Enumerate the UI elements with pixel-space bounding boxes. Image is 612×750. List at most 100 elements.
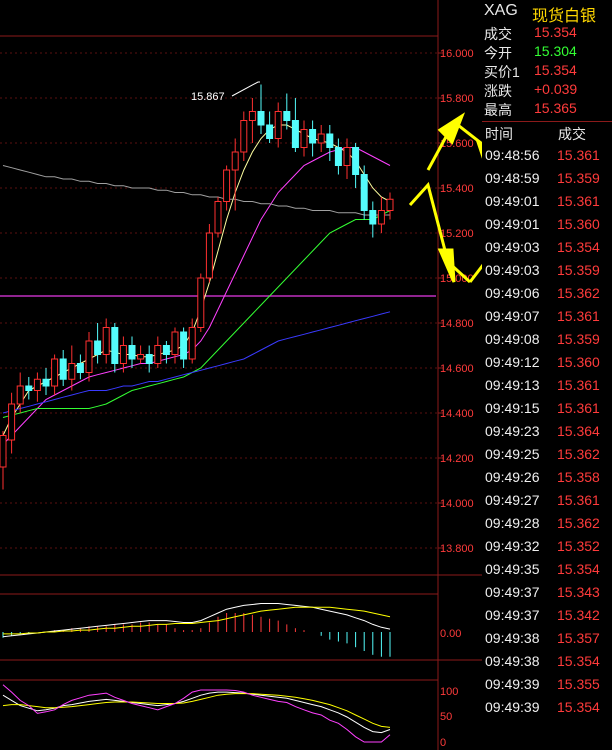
tick-row: 09:49:28 15.362	[482, 515, 612, 538]
quote-panel: XAG 现货白银 成交 15.354 今开 15.304 买价1 15.354 …	[482, 0, 612, 750]
tick-time: 09:49:38	[485, 630, 540, 646]
candle-body	[145, 354, 153, 364]
moving-average-line	[2, 165, 390, 216]
quote-value: 15.365	[534, 100, 577, 116]
kdj-axis-label-50: 50	[440, 711, 452, 723]
quote-row-change: 涨跌 +0.039	[482, 81, 612, 99]
tick-time: 09:49:03	[485, 262, 540, 278]
tick-row: 09:49:39 15.355	[482, 676, 612, 699]
tick-row: 09:48:59 15.359	[482, 170, 612, 193]
tick-time: 09:49:01	[485, 216, 540, 232]
tick-time: 09:49:26	[485, 469, 540, 485]
quote-label: 最高	[484, 102, 512, 118]
candle-body	[214, 201, 222, 234]
tick-time: 09:49:28	[485, 515, 540, 531]
symbol-code: XAG	[484, 2, 518, 19]
candle-body	[42, 378, 50, 387]
candle-body	[0, 435, 7, 468]
kdj-k-line	[2, 691, 391, 734]
candle-body	[266, 124, 274, 139]
candle-body	[51, 358, 59, 387]
price-axis-label: 14.400	[440, 408, 474, 420]
candle-body	[223, 169, 231, 202]
tick-price: 15.359	[557, 262, 600, 278]
candle-body	[188, 327, 196, 360]
tick-price: 15.354	[557, 561, 600, 577]
candle-body	[231, 151, 239, 171]
tick-price: 15.361	[557, 147, 600, 163]
tick-price: 15.361	[557, 492, 600, 508]
candle-body	[128, 345, 136, 360]
tick-price: 15.354	[557, 239, 600, 255]
ticks-header-time: 时间	[485, 126, 513, 142]
tick-price: 15.361	[557, 193, 600, 209]
high-annotation-leader	[231, 81, 260, 97]
tick-row: 09:49:01 15.361	[482, 193, 612, 216]
tick-time: 09:49:39	[485, 676, 540, 692]
tick-price: 15.362	[557, 515, 600, 531]
tick-price: 15.361	[557, 308, 600, 324]
tick-row: 09:49:01 15.360	[482, 216, 612, 239]
candle-body	[111, 327, 119, 364]
tick-price: 15.359	[557, 331, 600, 347]
tick-time: 09:49:08	[485, 331, 540, 347]
tick-time: 09:49:38	[485, 653, 540, 669]
candle-body	[162, 345, 170, 355]
kdj-j-line	[2, 684, 391, 743]
candle-body	[300, 129, 308, 148]
tick-time: 09:48:59	[485, 170, 540, 186]
quote-row-high: 最高 15.365	[482, 100, 612, 118]
price-axis-label: 14.000	[440, 498, 474, 510]
candle-body	[94, 340, 102, 355]
ticks-header-trade: 成交	[558, 126, 586, 142]
candle-body	[360, 174, 368, 211]
candle-body	[119, 345, 127, 364]
tick-row: 09:49:35 15.354	[482, 561, 612, 584]
tick-row: 09:49:32 15.352	[482, 538, 612, 561]
candle-body	[248, 111, 256, 121]
candle-body	[68, 363, 76, 380]
tick-row: 09:49:12 15.360	[482, 354, 612, 377]
candle-body	[352, 147, 360, 175]
tick-time: 09:49:37	[485, 607, 540, 623]
price-axis-label: 14.200	[440, 453, 474, 465]
price-axis-label: 15.800	[440, 93, 474, 105]
moving-average-lines	[2, 124, 391, 445]
tick-time: 09:49:32	[485, 538, 540, 554]
tick-price: 15.358	[557, 469, 600, 485]
quote-title: XAG 现货白银	[482, 0, 612, 25]
tick-price: 15.354	[557, 699, 600, 715]
tick-time: 09:49:35	[485, 561, 540, 577]
high-annotation: 15.867	[191, 91, 225, 103]
price-axis-label: 14.800	[440, 318, 474, 330]
kdj-axis-label-100: 100	[440, 686, 458, 698]
tick-price: 15.361	[557, 377, 600, 393]
moving-average-line	[2, 210, 391, 418]
tick-row: 09:49:25 15.362	[482, 446, 612, 469]
tick-row: 09:49:15 15.361	[482, 400, 612, 423]
tick-price: 15.343	[557, 584, 600, 600]
tick-price: 15.355	[557, 676, 600, 692]
tick-row: 09:49:06 15.362	[482, 285, 612, 308]
price-axis-label: 16.000	[440, 48, 474, 60]
quote-label: 今开	[484, 45, 512, 61]
tick-price: 15.354	[557, 653, 600, 669]
candle-body	[343, 147, 351, 166]
candle-body	[291, 120, 299, 148]
tick-time: 09:48:56	[485, 147, 540, 163]
tick-row: 09:49:23 15.364	[482, 423, 612, 446]
tick-time: 09:49:25	[485, 446, 540, 462]
quote-label: 涨跌	[484, 83, 512, 99]
candle-body	[257, 111, 265, 126]
candle-body	[317, 133, 325, 144]
candle-body	[377, 210, 385, 225]
price-grid	[0, 52, 443, 549]
kdj-axis-label-0: 0	[440, 737, 446, 749]
quote-row-bid: 买价1 15.354	[482, 62, 612, 80]
tick-row: 09:49:26 15.358	[482, 469, 612, 492]
candle-body	[369, 210, 377, 225]
tick-time: 09:49:23	[485, 423, 540, 439]
quote-value: 15.304	[534, 43, 577, 59]
candle-body	[309, 129, 317, 144]
quote-value: 15.354	[534, 24, 577, 40]
